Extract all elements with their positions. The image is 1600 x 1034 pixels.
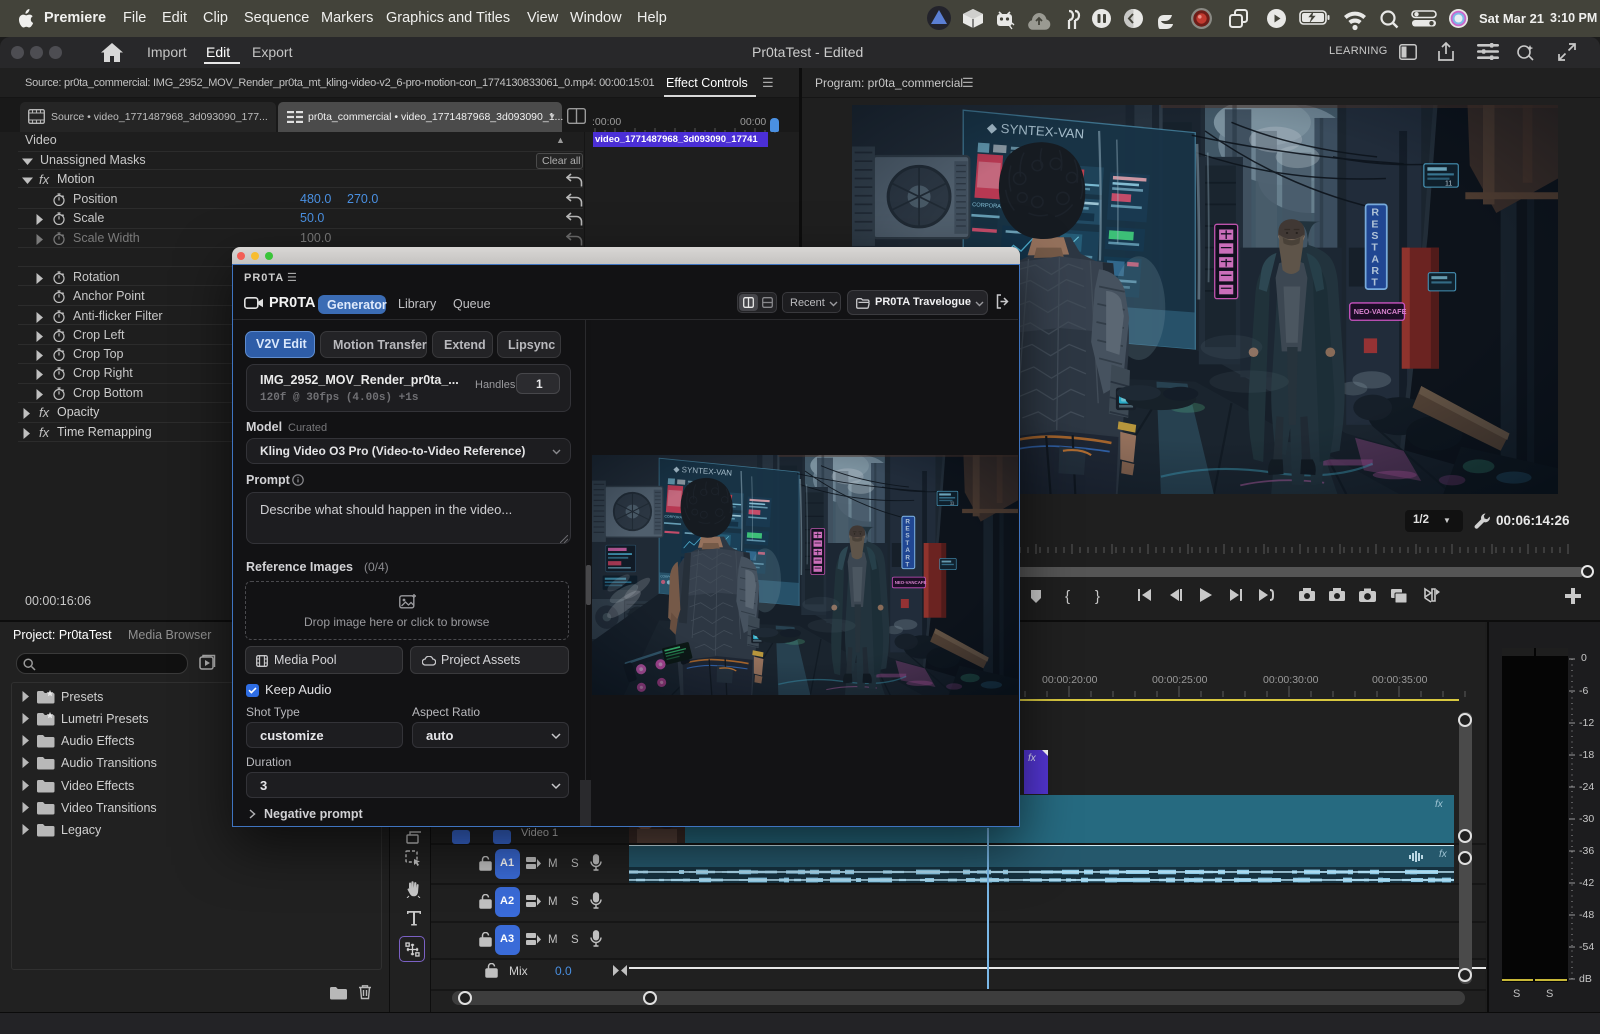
svg-text:{: { xyxy=(1065,588,1070,605)
svg-text:}: } xyxy=(1095,588,1100,605)
